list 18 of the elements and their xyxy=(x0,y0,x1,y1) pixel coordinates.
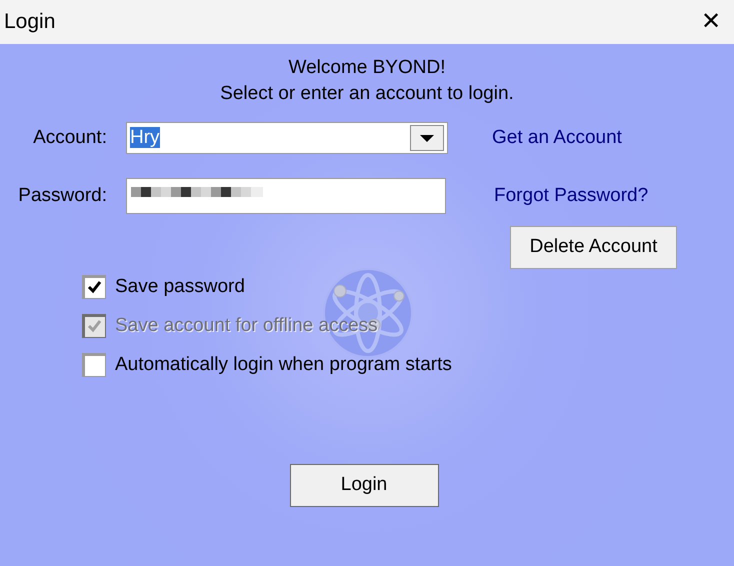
account-label: Account: xyxy=(32,126,108,150)
checkbox[interactable] xyxy=(82,353,106,377)
forgot-password-link[interactable]: Forgot Password? xyxy=(494,184,648,208)
get-account-link[interactable]: Get an Account xyxy=(492,126,622,150)
welcome-text: Select or enter an account to login. xyxy=(220,82,514,106)
checkbox[interactable] xyxy=(82,275,106,299)
checkbox-label: Automatically login when program starts xyxy=(115,352,452,377)
welcome-text: Welcome BYOND! xyxy=(288,56,446,80)
delete-account-button[interactable]: Delete Account xyxy=(510,226,677,269)
checkbox-label: Save password xyxy=(115,274,245,299)
account-value: Hry xyxy=(129,126,161,150)
close-button[interactable]: ✕ xyxy=(688,0,734,44)
account-dropdown[interactable]: Hry xyxy=(126,122,448,154)
window-title: Login xyxy=(4,9,56,36)
login-button[interactable]: Login xyxy=(290,464,438,507)
password-field[interactable] xyxy=(126,178,446,214)
checkbox-label: Save account for offline access xyxy=(115,314,378,338)
password-label: Password: xyxy=(17,184,108,208)
